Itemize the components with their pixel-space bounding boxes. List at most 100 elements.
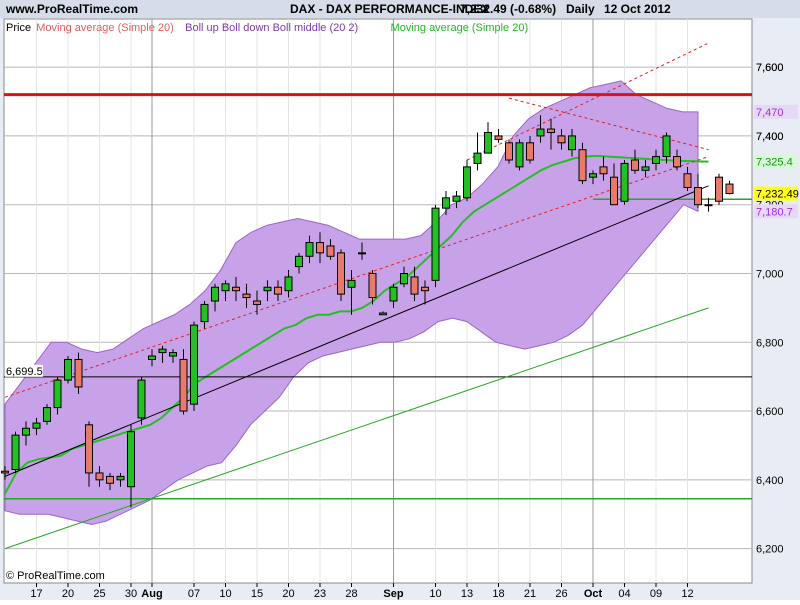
candle-body [295,255,303,268]
period-label: Daily [566,2,595,16]
x-tick-label: Oct [584,588,603,600]
x-tick-label: 23 [314,588,326,600]
candle [11,431,20,473]
candle-body [253,300,261,305]
candle-body [1,470,9,474]
candle-body [169,352,177,357]
candle-body [683,173,692,189]
legend-item: Moving average (Simple 20) [36,22,174,34]
candle-body [631,159,639,171]
candle-body [526,142,534,161]
candle-body [662,135,671,158]
y-tick-label: 7,000 [756,268,784,280]
candle-body [32,422,41,429]
candle-body [715,176,723,202]
candle-body [368,272,377,299]
candle-body [284,276,293,292]
price-label: 7,325.4 [756,157,793,169]
x-tick-label: Sep [383,588,403,600]
x-tick-label: Aug [141,588,162,600]
y-tick-label: 6,200 [756,544,784,556]
x-tick-label: 25 [93,588,105,600]
x-tick-label: 13 [461,588,473,600]
candle-body [190,324,198,405]
candle-body [599,166,608,175]
candle-body [242,293,251,299]
candle-body [148,355,156,360]
candle [64,356,72,384]
candle-body [232,286,240,292]
candle-body [568,135,576,151]
x-tick-label: 18 [492,588,504,600]
candle-body [484,131,492,154]
candle-body [505,142,513,161]
price-label: 6,699.5 [6,366,43,378]
candle-body [326,245,335,257]
price-label: 7,470 [756,107,784,119]
x-tick-label: 17 [30,588,42,600]
candle [190,321,198,412]
candle-body [358,252,366,255]
candle-body [620,162,629,202]
candle-body [410,276,419,295]
x-tick-label: 20 [282,588,294,600]
candle-body [704,204,713,207]
candle [620,160,629,205]
legend-item: Boll up Boll down Boll middle (20 2) [185,22,358,34]
candle-body [179,358,188,412]
y-tick-label: 6,400 [756,475,784,487]
legend-item: Moving average (Simple 20) [391,22,529,34]
candle-body [557,135,566,144]
y-tick-label: 6,600 [756,406,784,418]
x-tick-label: 28 [345,588,357,600]
candle [515,139,524,171]
candle-body [421,286,429,292]
candle-body [379,312,387,316]
candle-body [641,166,650,171]
candle-body [22,427,30,436]
x-tick-label: 15 [251,588,263,600]
candle-body [221,283,230,292]
candle [137,376,146,425]
x-tick-label: 09 [650,588,662,600]
candle-body [431,207,440,281]
candle-body [116,475,125,481]
candle-body [11,434,20,471]
candle-body [400,272,408,285]
legend: Price Moving average (Simple 20) Boll up B… [6,22,528,34]
candle-body [53,379,62,409]
candle-body [547,128,555,133]
chart-window: www.ProRealTime.com DAX - DAX PERFORMANC… [0,0,800,600]
candle-body [211,286,219,302]
candle-body [137,379,146,419]
candle-body [347,279,356,288]
candle-body [652,156,660,164]
candle-body [200,303,209,323]
candle [431,204,440,288]
x-tick-label: 04 [618,588,630,600]
candle-body [106,475,114,484]
x-tick-label: 26 [555,588,567,600]
date-label: 12 Oct 2012 [604,2,671,16]
candle-body [43,407,51,422]
x-tick-label: 12 [681,588,693,600]
x-tick-label: 10 [219,588,231,600]
price-label: 7,600 [756,62,784,74]
dax-chart: www.ProRealTime.com DAX - DAX PERFORMANC… [0,0,800,600]
candle-body [337,252,345,295]
site-label: www.ProRealTime.com [5,2,138,16]
candle-body [74,358,83,388]
x-tick-label: 10 [429,588,441,600]
candle-body [515,142,524,168]
candle-body [578,149,587,182]
candle-body [85,424,93,474]
y-tick-label: 6,800 [756,337,784,349]
candle-body [95,472,104,481]
candle [505,139,513,164]
candle-body [305,242,314,257]
candle-body [442,197,450,209]
candle-body [610,176,618,206]
last-price-label: 7,232.49 (-0.68%) [460,2,556,16]
candle-body [673,156,681,168]
candle [43,404,51,425]
